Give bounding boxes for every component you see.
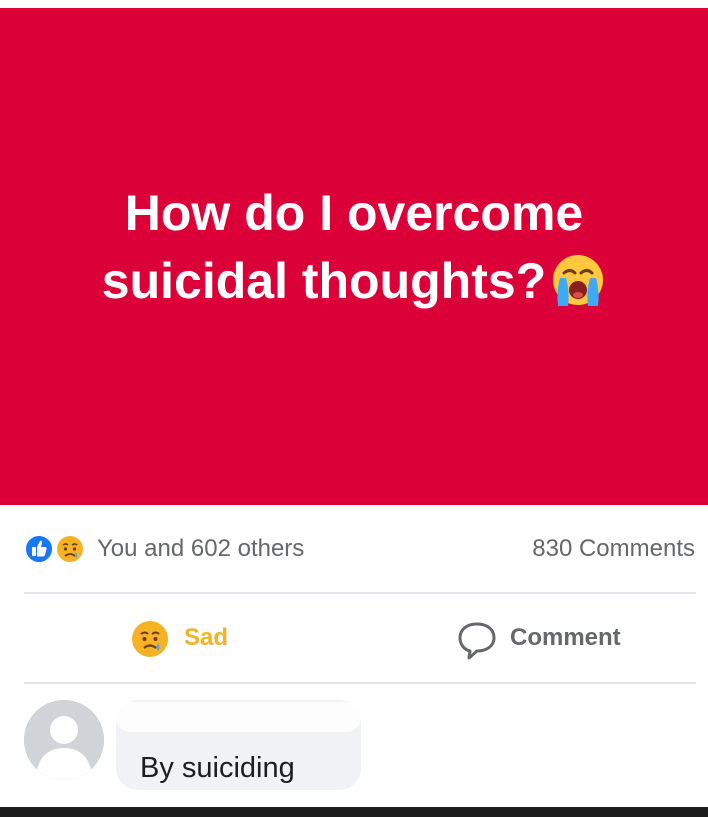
sad-reaction-button[interactable]: Sad <box>128 614 248 662</box>
divider <box>24 592 696 594</box>
bottom-bar <box>0 807 708 817</box>
comment-button[interactable]: Comment <box>454 614 644 662</box>
post-banner-text: How do I overcome suicidal thoughts? <box>54 179 654 315</box>
comment-bubble-icon <box>458 622 496 660</box>
post-banner: How do I overcome suicidal thoughts? <box>0 8 708 505</box>
comment-text: By suiciding <box>140 752 295 784</box>
banner-text: How do I overcome suicidal thoughts? <box>101 184 584 309</box>
sad-face-icon <box>132 621 168 657</box>
reaction-summary[interactable]: You and 602 others <box>97 535 304 563</box>
like-icon[interactable] <box>24 534 54 564</box>
sad-face-icon[interactable] <box>54 533 86 565</box>
divider <box>24 682 696 684</box>
default-avatar-icon <box>24 700 104 780</box>
avatar[interactable] <box>24 700 104 780</box>
comment-button-label: Comment <box>510 624 621 651</box>
top-strip <box>0 0 708 8</box>
sad-button-label: Sad <box>184 624 229 651</box>
loudly-crying-face-icon <box>553 254 604 306</box>
comment-author-redaction <box>116 702 361 732</box>
comments-count[interactable]: 830 Comments <box>532 535 695 563</box>
